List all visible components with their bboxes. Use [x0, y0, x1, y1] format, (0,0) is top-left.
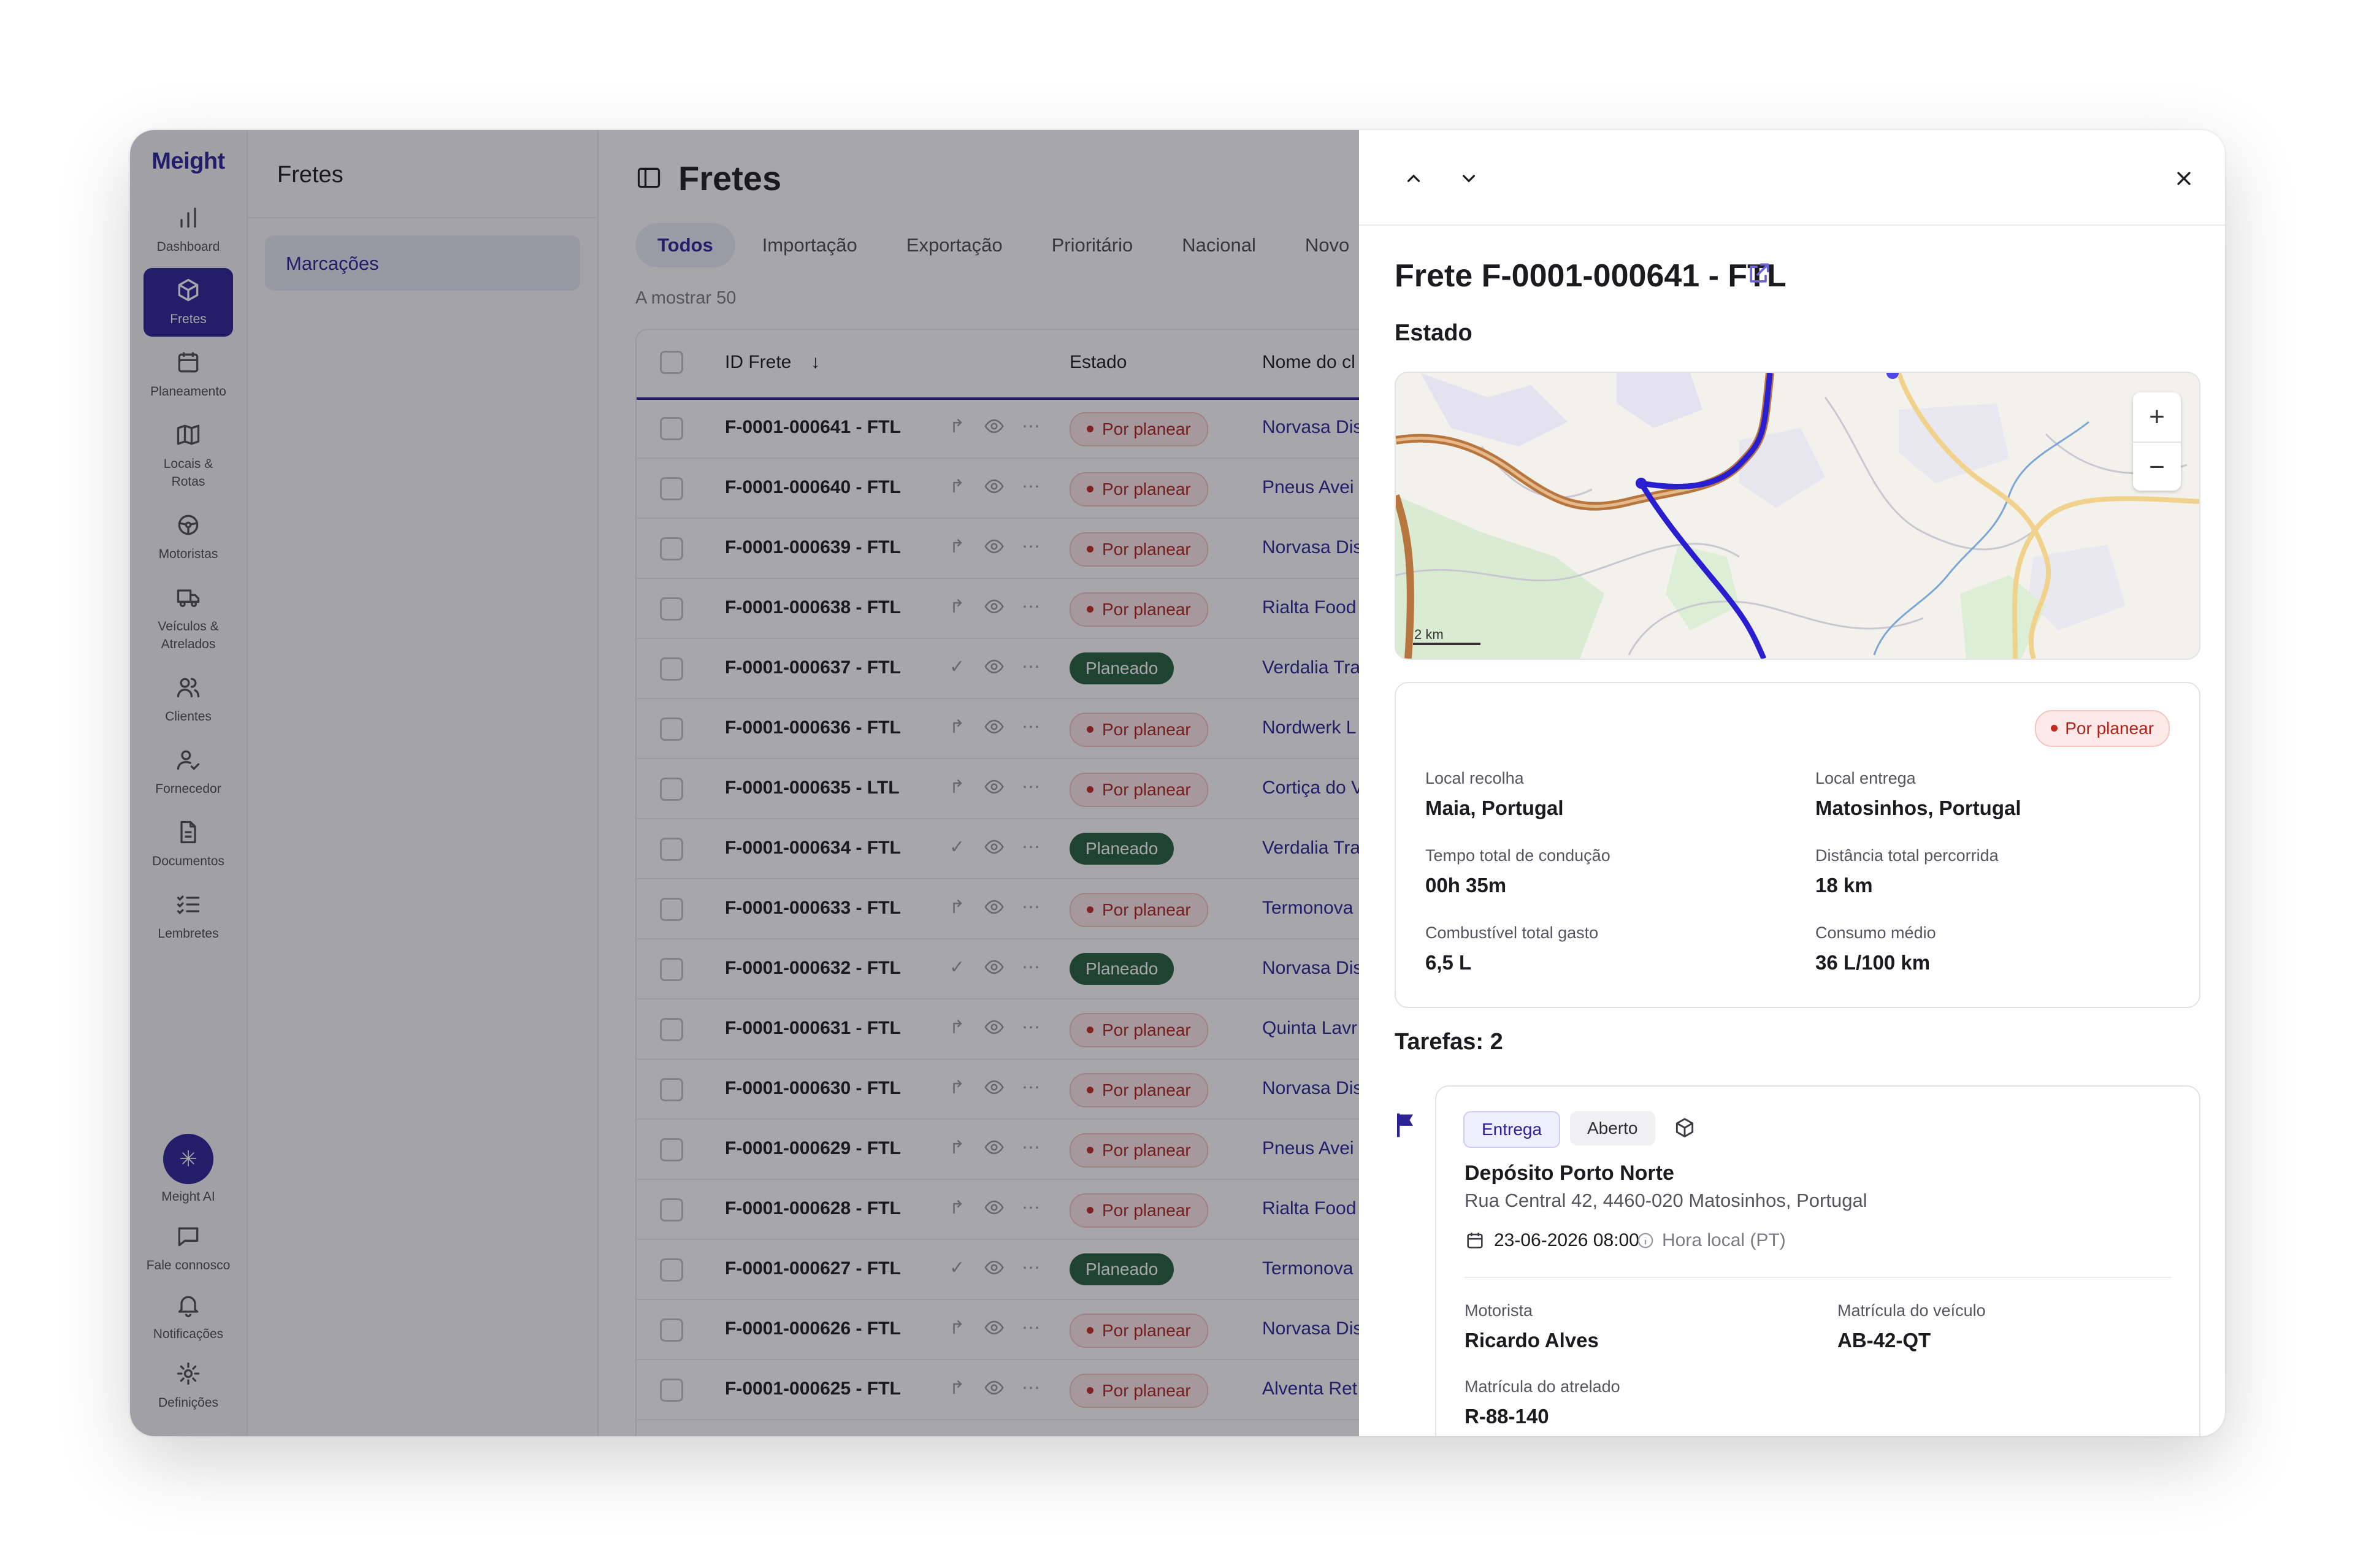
info-icon — [1637, 1233, 1653, 1249]
field-label: Matrícula do veículo — [1837, 1301, 1986, 1320]
field-label: Matrícula do atrelado — [1465, 1377, 1620, 1396]
field-value: Ricardo Alves — [1465, 1329, 1599, 1352]
tasks-title: Tarefas: 2 — [1395, 1029, 1503, 1055]
next-button[interactable] — [1452, 162, 1485, 195]
trailer-plate-field: Matrícula do atrelado R-88-140 — [1465, 1377, 1620, 1428]
task-datetime-value: 23-06-2026 08:00 — [1494, 1230, 1639, 1250]
package-icon — [1673, 1116, 1696, 1142]
map-canvas — [1396, 373, 2199, 659]
task-timezone-label: Hora local (PT) — [1662, 1230, 1786, 1250]
field-label: Tempo total de condução — [1425, 846, 1610, 865]
driver-field: Motorista Ricardo Alves — [1465, 1301, 1599, 1352]
pickup-field: Local recolha Maia, Portugal — [1425, 769, 1564, 820]
field-label: Combustível total gasto — [1425, 924, 1599, 942]
status-dot — [2051, 725, 2058, 732]
previous-button[interactable] — [1397, 162, 1430, 195]
field-label: Local entrega — [1815, 769, 1916, 787]
vehicle-plate-field: Matrícula do veículo AB-42-QT — [1837, 1301, 1986, 1352]
chevron-up-icon — [1407, 174, 1420, 182]
detail-title: Frete F-0001-000641 - FTL — [1395, 258, 1786, 294]
task-location-name: Depósito Porto Norte — [1465, 1161, 1674, 1185]
screenshot-root: Meight Dashboard Fretes Planeamento Loca… — [0, 0, 2355, 1568]
close-icon — [2177, 172, 2191, 185]
field-label: Distância total percorrida — [1815, 846, 1999, 865]
zoom-out-button[interactable]: − — [2133, 443, 2181, 492]
distance-field: Distância total percorrida 18 km — [1815, 846, 1999, 897]
field-label: Motorista — [1465, 1301, 1533, 1320]
status-badge-label: Por planear — [2065, 719, 2154, 738]
task-status-chip: Aberto — [1570, 1111, 1655, 1145]
field-value: 36 L/100 km — [1815, 951, 1931, 974]
task-card[interactable]: Entrega Aberto Depósito Porto Norte Rua … — [1435, 1085, 2200, 1436]
calendar-icon — [1467, 1233, 1483, 1249]
field-value: 18 km — [1815, 874, 1873, 897]
field-value: R-88-140 — [1465, 1405, 1549, 1428]
field-value: AB-42-QT — [1837, 1329, 1931, 1352]
chevron-down-icon — [1462, 175, 1476, 183]
divider — [1465, 1277, 2171, 1278]
field-value: Matosinhos, Portugal — [1815, 797, 2021, 819]
section-title-estado: Estado — [1395, 320, 1472, 346]
status-badge: Por planear — [2035, 710, 2170, 747]
task-type-chip: Entrega — [1463, 1111, 1561, 1148]
frete-detail-drawer: Frete F-0001-000641 - FTL Estado + − 2 k… — [1359, 130, 2225, 1436]
delivery-field: Local entrega Matosinhos, Portugal — [1815, 769, 2021, 820]
fuel-field: Combustível total gasto 6,5 L — [1425, 924, 1598, 974]
task-timezone: Hora local (PT) — [1636, 1230, 1786, 1251]
modal-backdrop[interactable] — [130, 130, 1494, 1436]
field-label: Local recolha — [1425, 769, 1524, 787]
field-label: Consumo médio — [1815, 924, 1936, 942]
field-value: 6,5 L — [1425, 951, 1472, 974]
external-link-icon[interactable] — [1745, 260, 1772, 290]
drive-time-field: Tempo total de condução 00h 35m — [1425, 846, 1610, 897]
map-scale-label: 2 km — [1414, 627, 1444, 642]
app-window: Meight Dashboard Fretes Planeamento Loca… — [130, 130, 2225, 1436]
map-scale-bar — [1413, 643, 1480, 645]
close-button[interactable] — [2167, 162, 2200, 195]
task-address: Rua Central 42, 4460-020 Matosinhos, Por… — [1465, 1190, 1867, 1211]
zoom-in-button[interactable]: + — [2133, 392, 2181, 443]
field-value: 00h 35m — [1425, 874, 1507, 897]
summary-card: Por planear Local recolha Maia, Portugal… — [1395, 682, 2200, 1008]
task-datetime: 23-06-2026 08:00 — [1465, 1230, 1639, 1251]
flag-icon — [1395, 1111, 1418, 1141]
field-value: Maia, Portugal — [1425, 797, 1564, 819]
drawer-toolbar — [1359, 130, 2225, 226]
route-map[interactable]: + − 2 km — [1395, 372, 2200, 660]
consumption-field: Consumo médio 36 L/100 km — [1815, 924, 1936, 974]
map-zoom-controls: + − — [2133, 392, 2181, 491]
